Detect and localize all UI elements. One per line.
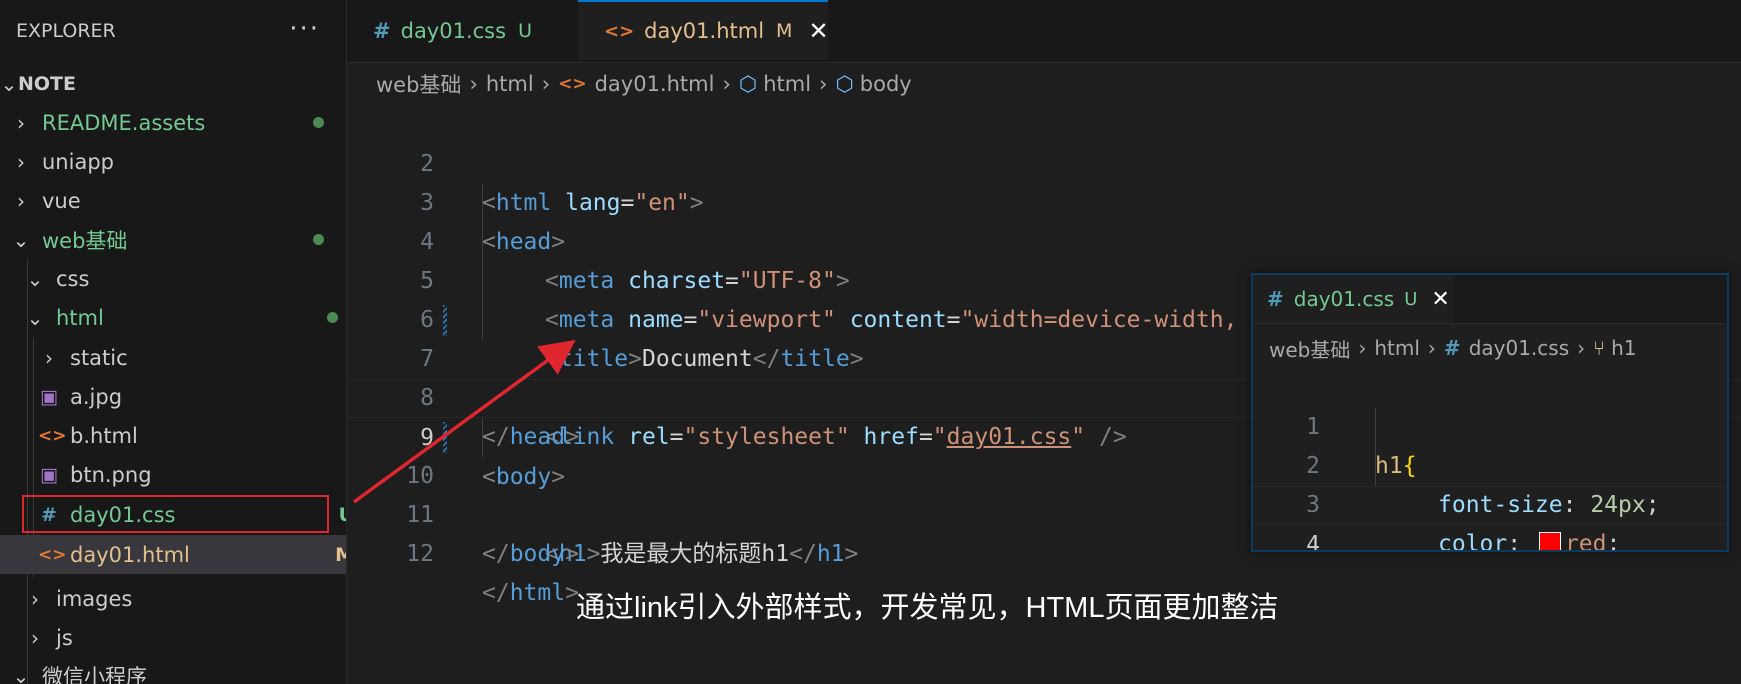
caption-text: 通过link引入外部样式，开发常见，HTML页面更加整洁 [576, 592, 1279, 624]
annotation-arrow [352, 339, 576, 504]
